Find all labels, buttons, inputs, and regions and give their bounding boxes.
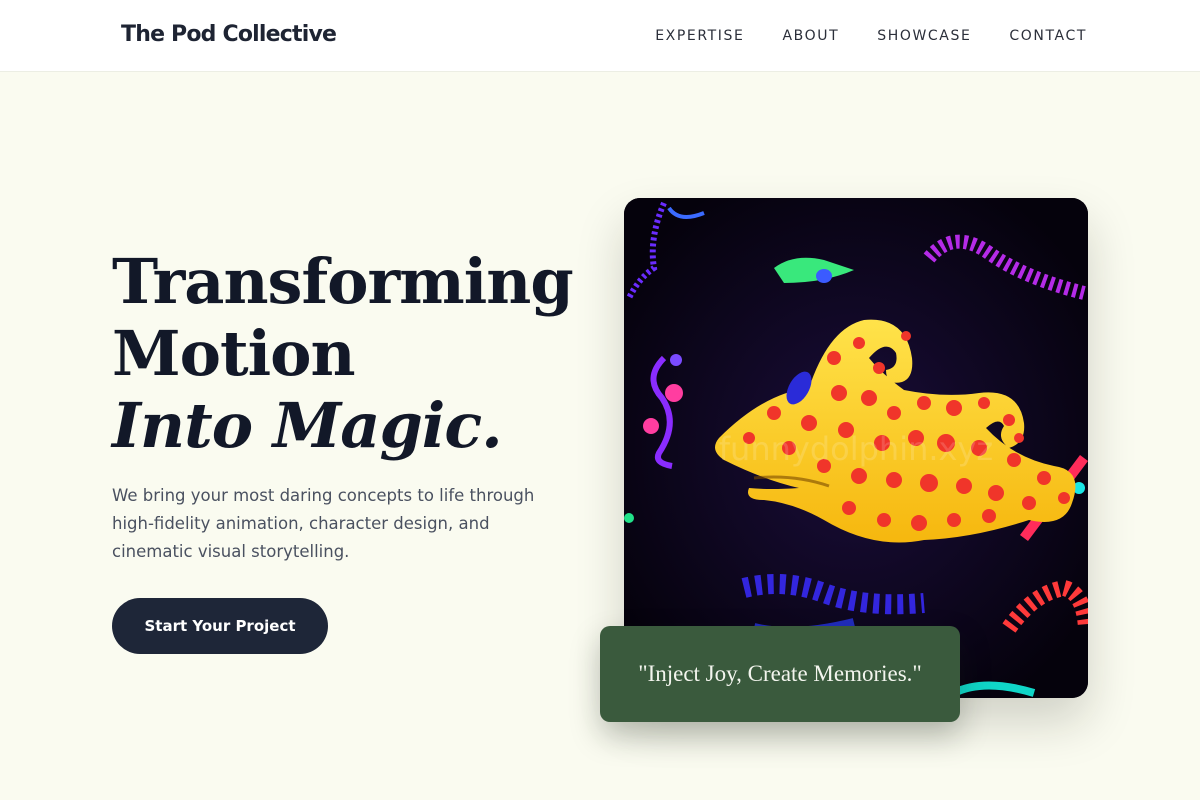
- headline-line-3: Into Magic.: [112, 389, 503, 462]
- quote-text: "Inject Joy, Create Memories.": [638, 661, 922, 686]
- nav-link-contact[interactable]: CONTACT: [1009, 26, 1087, 46]
- site-header: The Pod Collective EXPERTISE ABOUT SHOWC…: [0, 0, 1200, 72]
- nav-link-expertise[interactable]: EXPERTISE: [655, 26, 744, 46]
- watermark-text: funnydolphin.xyz: [719, 430, 993, 468]
- quote-card: "Inject Joy, Create Memories.": [600, 626, 960, 722]
- hero-headline: Transforming Motion Into Magic.: [112, 245, 574, 462]
- hero-description: We bring your most daring concepts to li…: [112, 486, 535, 561]
- headline-line-1: Transforming: [112, 245, 574, 318]
- nav-link-showcase[interactable]: SHOWCASE: [877, 26, 971, 46]
- headline-line-2: Motion: [112, 317, 356, 390]
- main-nav: EXPERTISE ABOUT SHOWCASE CONTACT: [617, 26, 1087, 46]
- start-project-button[interactable]: Start Your Project: [112, 598, 328, 654]
- nav-link-about[interactable]: ABOUT: [782, 26, 839, 46]
- creature-illustration: funnydolphin.xyz: [624, 198, 1088, 698]
- hero-artwork: funnydolphin.xyz: [624, 198, 1088, 698]
- site-logo[interactable]: The Pod Collective: [121, 20, 337, 50]
